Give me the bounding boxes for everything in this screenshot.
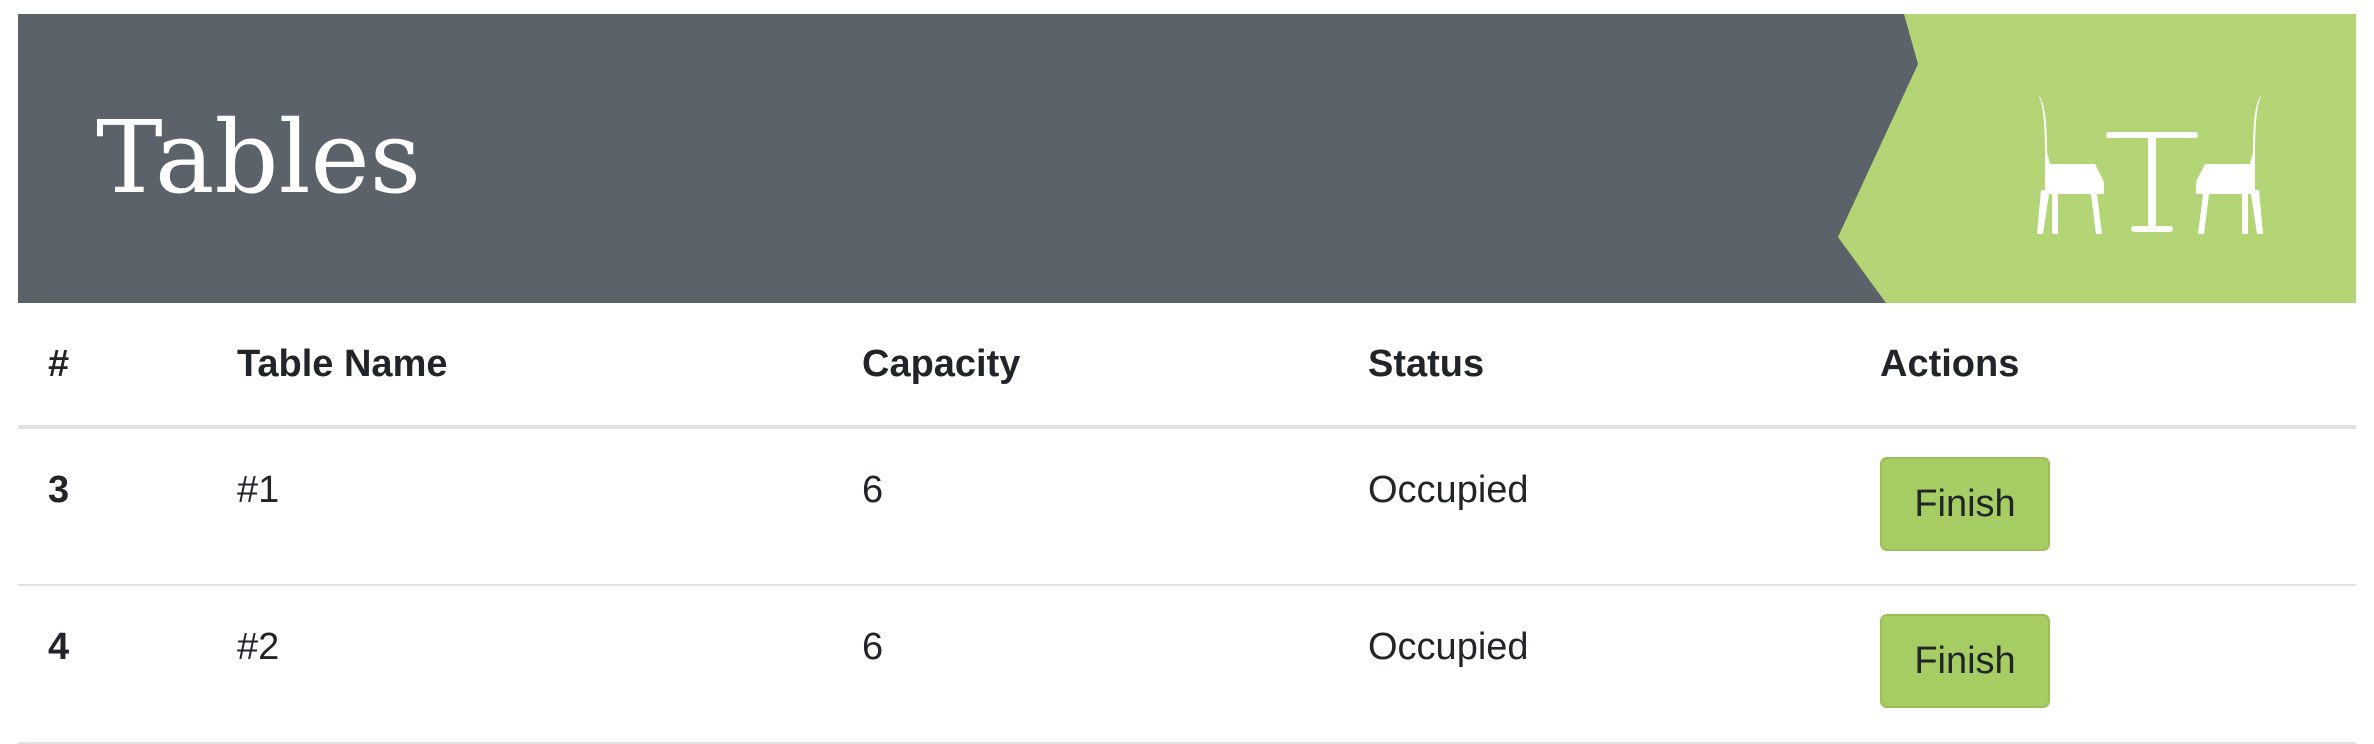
row-id: 3	[48, 469, 70, 511]
row-id-cell: 3	[18, 427, 237, 586]
row-actions-cell: Finish	[1880, 585, 2356, 744]
row-name-cell: #2	[237, 585, 862, 744]
tables-panel: Tables # Table Name Capacity Status Acti…	[18, 14, 2356, 744]
row-name-cell: #1	[237, 427, 862, 586]
tables-table: # Table Name Capacity Status Actions 3 #…	[18, 303, 2356, 744]
row-capacity-cell: 6	[862, 585, 1368, 744]
row-capacity: 6	[862, 469, 884, 511]
row-status-cell: Occupied	[1368, 585, 1880, 744]
table-and-chairs-icon	[2037, 94, 2263, 234]
row-table-name: #1	[237, 469, 280, 511]
finish-button[interactable]: Finish	[1880, 614, 2050, 708]
column-header-number: #	[18, 303, 237, 429]
row-status: Occupied	[1368, 626, 1529, 668]
table-header-row: # Table Name Capacity Status Actions	[18, 303, 2356, 429]
row-status: Occupied	[1368, 469, 1529, 511]
page-header: Tables	[18, 14, 2356, 303]
column-header-status: Status	[1368, 303, 1880, 429]
column-header-actions: Actions	[1880, 303, 2356, 429]
table-row: 3 #1 6 Occupied Finish	[18, 427, 2356, 586]
column-header-capacity: Capacity	[862, 303, 1368, 429]
table-row: 4 #2 6 Occupied Finish	[18, 585, 2356, 744]
column-header-table-name: Table Name	[237, 303, 862, 429]
page-title: Tables	[96, 99, 422, 216]
row-status-cell: Occupied	[1368, 427, 1880, 586]
row-capacity-cell: 6	[862, 427, 1368, 586]
row-actions-cell: Finish	[1880, 427, 2356, 586]
row-id-cell: 4	[18, 585, 237, 744]
finish-button[interactable]: Finish	[1880, 457, 2050, 551]
row-table-name: #2	[237, 626, 280, 668]
row-capacity: 6	[862, 626, 884, 668]
row-id: 4	[48, 626, 70, 668]
